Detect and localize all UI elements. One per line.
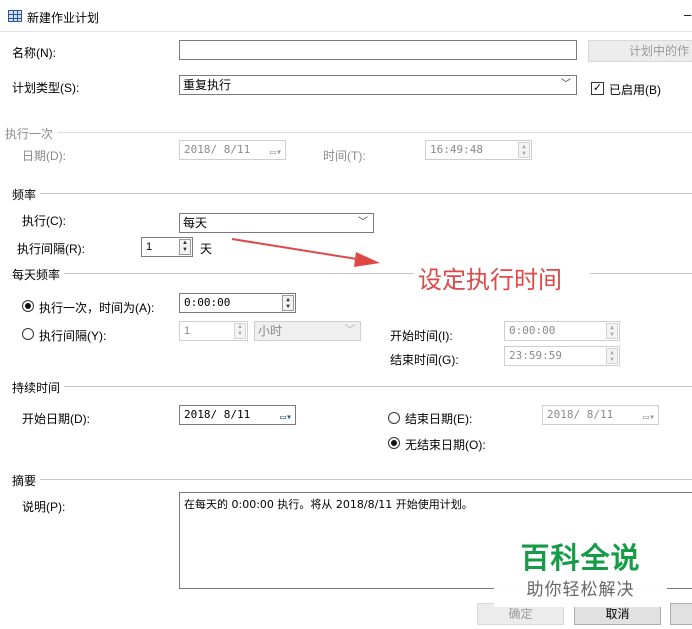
one-time-divider bbox=[58, 132, 692, 133]
schedule-type-value: 重复执行 bbox=[183, 78, 232, 92]
once-at-radio[interactable] bbox=[22, 300, 34, 312]
title-bar: 新建作业计划 – bbox=[0, 0, 692, 32]
end-date-value: 2018/ 8/11 bbox=[547, 408, 614, 421]
start-time-input[interactable]: 0:00:00 ▲ ▼ bbox=[504, 321, 620, 341]
end-date-radio[interactable] bbox=[388, 412, 400, 424]
occurs-every-value: 1 bbox=[184, 325, 191, 337]
spinner-icon[interactable]: ▲ ▼ bbox=[606, 348, 618, 364]
calendar-icon: ▭▾ bbox=[642, 412, 655, 423]
annotation-arrow-icon bbox=[231, 238, 380, 267]
end-date-picker[interactable]: 2018/ 8/11 ▭▾ bbox=[542, 405, 659, 425]
one-time-time-value: 16:49:48 bbox=[430, 143, 483, 156]
one-time-date-picker[interactable]: 2018/ 8/11 ▭▾ bbox=[179, 140, 286, 160]
summary-divider bbox=[40, 479, 692, 480]
start-date-label: 开始日期(D): bbox=[22, 412, 90, 426]
window-title: 新建作业计划 bbox=[27, 11, 100, 25]
occurs-value: 每天 bbox=[183, 216, 208, 230]
schedule-type-select[interactable]: 重复执行 ﹀ bbox=[179, 75, 577, 95]
end-time-value: 23:59:59 bbox=[509, 349, 562, 362]
spinner-icon[interactable]: ▲ ▼ bbox=[179, 239, 191, 255]
one-time-section-label: 执行一次 bbox=[5, 127, 54, 141]
duration-divider bbox=[64, 386, 692, 387]
occurs-every-radio[interactable] bbox=[22, 328, 34, 340]
once-at-time-value: 0:00:00 bbox=[184, 296, 231, 309]
recurs-unit: 天 bbox=[200, 242, 213, 256]
frequency-divider bbox=[40, 193, 692, 194]
chevron-down-icon: ﹀ bbox=[345, 325, 355, 336]
spinner-icon[interactable]: ▲ ▼ bbox=[234, 323, 246, 339]
name-label: 名称(N): bbox=[12, 46, 56, 60]
no-end-date-radio[interactable] bbox=[388, 437, 400, 449]
calendar-icon: ▭▾ bbox=[269, 147, 282, 158]
once-at-label: 执行一次，时间为(A): bbox=[39, 301, 155, 315]
one-time-time-label: 时间(T): bbox=[323, 149, 366, 163]
schedule-window-icon bbox=[8, 10, 22, 22]
start-date-value: 2018/ 8/11 bbox=[184, 408, 251, 421]
occurs-select[interactable]: 每天 ﹀ bbox=[179, 213, 374, 233]
one-time-date-value: 2018/ 8/11 bbox=[184, 143, 251, 156]
spinner-icon[interactable]: ▲ ▼ bbox=[606, 323, 618, 339]
enabled-label: 已启用(B) bbox=[609, 83, 661, 97]
occurs-every-unit-value: 小时 bbox=[258, 324, 283, 338]
recurs-label: 执行间隔(R): bbox=[17, 242, 85, 256]
spinner-icon[interactable]: ▲ ▼ bbox=[282, 295, 294, 311]
jobs-in-schedule-button[interactable]: 计划中的作 bbox=[588, 40, 692, 62]
end-time-label: 结束时间(G): bbox=[390, 353, 459, 367]
start-date-picker[interactable]: 2018/ 8/11 ▭▾ bbox=[179, 405, 296, 425]
one-time-time-input[interactable]: 16:49:48 ▲ ▼ bbox=[425, 140, 532, 160]
name-input[interactable] bbox=[179, 40, 577, 60]
duration-section-label: 持续时间 bbox=[12, 381, 61, 395]
occurs-label: 执行(C): bbox=[22, 214, 66, 228]
description-label: 说明(P): bbox=[22, 500, 66, 514]
occurs-every-unit-select[interactable]: 小时 ﹀ bbox=[254, 321, 361, 341]
once-at-time-input[interactable]: 0:00:00 ▲ ▼ bbox=[179, 293, 296, 313]
frequency-section-label: 频率 bbox=[12, 188, 37, 202]
end-time-input[interactable]: 23:59:59 ▲ ▼ bbox=[504, 346, 620, 366]
no-end-date-label: 无结束日期(O): bbox=[405, 438, 486, 452]
schedule-type-label: 计划类型(S): bbox=[12, 81, 80, 95]
end-date-label: 结束日期(E): bbox=[405, 412, 473, 426]
daily-frequency-divider bbox=[64, 273, 414, 274]
occurs-every-label: 执行间隔(Y): bbox=[39, 329, 107, 343]
daily-frequency-divider-right bbox=[590, 273, 692, 274]
spinner-icon[interactable]: ▲ ▼ bbox=[518, 142, 530, 158]
watermark-logo: 百科全说 助你轻松解决 bbox=[494, 521, 667, 607]
summary-section-label: 摘要 bbox=[12, 474, 37, 488]
minimize-button[interactable]: – bbox=[684, 7, 691, 22]
recurs-input[interactable]: 1 ▲ ▼ bbox=[141, 237, 193, 257]
watermark-subtitle: 助你轻松解决 bbox=[526, 580, 635, 599]
recurs-value: 1 bbox=[146, 241, 153, 253]
occurs-every-input[interactable]: 1 ▲ ▼ bbox=[179, 321, 248, 341]
start-time-value: 0:00:00 bbox=[509, 324, 556, 337]
start-time-label: 开始时间(I): bbox=[390, 329, 453, 343]
enabled-checkbox[interactable]: ✓ bbox=[591, 82, 604, 95]
help-button[interactable] bbox=[670, 603, 692, 625]
one-time-date-label: 日期(D): bbox=[22, 149, 66, 163]
chevron-down-icon: ﹀ bbox=[358, 217, 368, 228]
annotation-text: 设定执行时间 bbox=[418, 266, 562, 294]
chevron-down-icon: ﹀ bbox=[561, 79, 571, 90]
watermark-title: 百科全说 bbox=[520, 543, 641, 575]
calendar-icon: ▭▾ bbox=[279, 412, 292, 423]
daily-frequency-section-label: 每天频率 bbox=[12, 268, 61, 282]
